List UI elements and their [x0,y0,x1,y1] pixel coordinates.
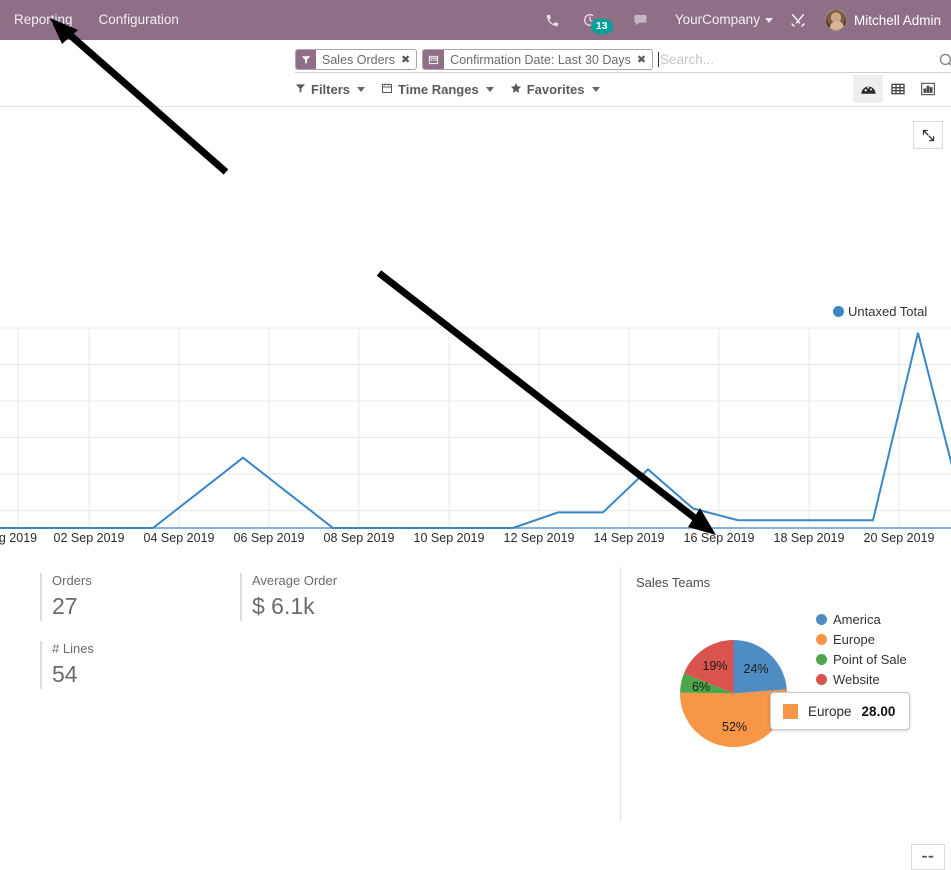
bottom-partial-widget[interactable] [911,844,945,870]
search-row: Sales Orders ✖ Confirmation Date: Last 3… [0,40,951,73]
star-icon [510,82,522,97]
legend-item-america[interactable]: America [816,609,907,629]
chevron-down-icon [357,87,365,92]
navbar-menu: Reporting Configuration [0,0,192,40]
sales-teams-title: Sales Teams [636,575,710,590]
avatar[interactable] [825,9,847,31]
kpi-value: 54 [52,659,230,689]
legend-item-europe[interactable]: Europe [816,629,907,649]
control-panel: Sales Orders ✖ Confirmation Date: Last 3… [0,40,951,107]
legend-color-swatch [816,674,827,685]
kpi-label: # Lines [52,641,230,657]
company-name: YourCompany [675,12,760,27]
tooltip-color-swatch [783,704,798,719]
filter-row: Filters Time Ranges Favorites [0,73,951,106]
pie-tooltip: Europe 28.00 [770,692,910,730]
pie-slice-percent: 6% [692,680,710,694]
legend-label: America [833,612,881,627]
top-navbar: Reporting Configuration 13 YourCompany M… [0,0,951,40]
tooltip-series-name: Europe [808,704,852,719]
search-box[interactable]: Sales Orders ✖ Confirmation Date: Last 3… [295,47,951,73]
legend-item-point-of-sale[interactable]: Point of Sale [816,649,907,669]
calendar-icon [381,82,393,97]
text-cursor [658,52,659,67]
kpi-value: $ 6.1k [252,591,480,621]
x-axis-tick: 14 Sep 2019 [594,531,665,545]
x-axis-tick: g 2019 [0,531,37,545]
list-view-button[interactable] [883,75,913,103]
dashboard-view-button[interactable] [853,75,883,103]
user-name[interactable]: Mitchell Admin [854,13,945,28]
pie-legend: America Europe Point of Sale Website [816,609,907,689]
x-axis-tick: 06 Sep 2019 [234,531,305,545]
legend-item-website[interactable]: Website [816,669,907,689]
phone-icon[interactable] [534,13,571,28]
x-axis-tick: 04 Sep 2019 [144,531,215,545]
sales-teams-section: Sales Teams America Europe Point of Sale… [620,567,951,822]
favorites-label: Favorites [527,82,585,97]
legend-label: Website [833,672,880,687]
search-placeholder: Search... [660,52,714,67]
expand-icon[interactable] [913,121,943,149]
menu-reporting[interactable]: Reporting [0,0,86,40]
legend-color-swatch [833,306,844,317]
legend-label: Europe [833,632,875,647]
kpi-average-order[interactable]: Average Order $ 6.1k [240,573,480,621]
untaxed-total-line-chart[interactable] [0,293,951,529]
x-axis-tick: 16 Sep 2019 [684,531,755,545]
chevron-down-icon [592,87,600,92]
search-input[interactable]: Search... [658,49,951,70]
kpi-label: Orders [52,573,230,589]
messages-icon[interactable] [609,12,661,29]
kpi-value: 27 [52,591,230,621]
kpi-orders[interactable]: Orders 27 [40,573,230,621]
activity-clock-icon[interactable]: 13 [571,12,609,28]
pie-slice-percent: 24% [744,662,769,676]
tooltip-value: 28.00 [862,704,896,719]
graph-view-button[interactable] [913,75,943,103]
time-ranges-label: Time Ranges [398,82,479,97]
facet-remove-icon[interactable]: ✖ [635,50,652,69]
line-chart-legend: Untaxed Total [833,304,927,319]
facet-remove-icon[interactable]: ✖ [399,50,416,69]
x-axis-tick: 02 Sep 2019 [54,531,125,545]
facet-label: Sales Orders [316,50,399,69]
filter-icon [295,82,306,97]
filter-icon [296,50,316,69]
navbar-right-tools: 13 YourCompany Mitchell Admin [534,0,951,40]
facet-confirmation-date[interactable]: Confirmation Date: Last 30 Days ✖ [422,49,653,70]
filters-label: Filters [311,82,350,97]
pie-slice-percent: 52% [722,720,747,734]
favorites-dropdown[interactable]: Favorites [510,82,600,97]
tools-icon[interactable] [779,12,817,28]
line-chart-x-axis: g 2019 02 Sep 2019 04 Sep 2019 06 Sep 2019 0… [0,531,951,551]
pie-slice-percent: 19% [703,659,728,673]
x-axis-tick: 10 Sep 2019 [414,531,485,545]
kpi-num-lines[interactable]: # Lines 54 [40,641,230,689]
legend-color-swatch [816,614,827,625]
search-icon[interactable] [938,52,951,74]
legend-label: Untaxed Total [848,304,927,319]
dashboard-body: Untaxed Total g 2019 02 Sep 2019 04 Sep 20… [0,107,951,727]
menu-configuration[interactable]: Configuration [86,0,192,40]
company-switcher[interactable]: YourCompany [661,0,779,40]
x-axis-tick: 20 Sep 2019 [864,531,935,545]
time-ranges-dropdown[interactable]: Time Ranges [381,82,494,97]
chevron-down-icon [486,87,494,92]
facet-sales-orders[interactable]: Sales Orders ✖ [295,49,417,70]
x-axis-tick: 12 Sep 2019 [504,531,575,545]
x-axis-tick: 18 Sep 2019 [774,531,845,545]
calendar-icon [423,50,444,69]
legend-color-swatch [816,634,827,645]
view-switcher [853,75,943,103]
legend-label: Point of Sale [833,652,907,667]
legend-color-swatch [816,654,827,665]
x-axis-tick: 08 Sep 2019 [324,531,395,545]
chevron-down-icon [765,18,773,23]
filters-dropdown[interactable]: Filters [295,82,365,97]
facet-label: Confirmation Date: Last 30 Days [444,50,635,69]
kpi-label: Average Order [252,573,480,589]
